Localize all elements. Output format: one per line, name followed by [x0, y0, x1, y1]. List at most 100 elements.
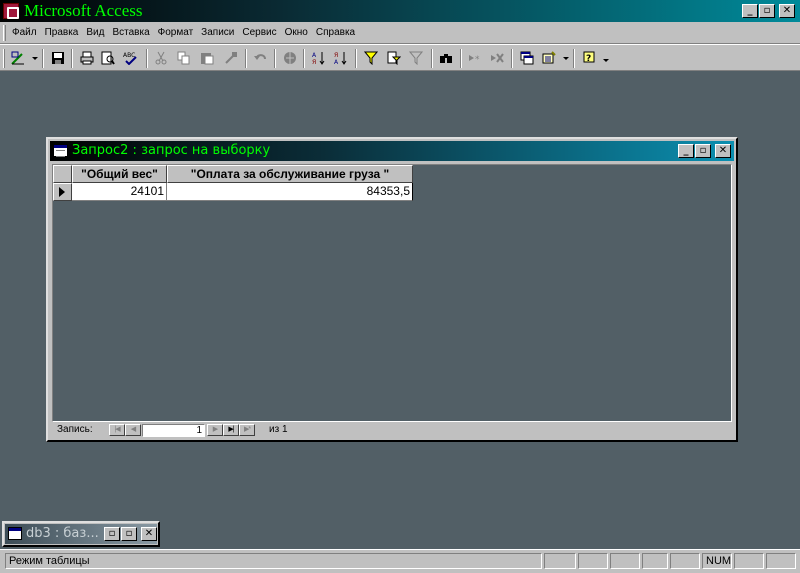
- table-cell[interactable]: 84353,5: [167, 183, 413, 201]
- save-icon[interactable]: [49, 49, 67, 67]
- column-header[interactable]: "Общий вес": [72, 165, 167, 183]
- status-panel: [578, 553, 608, 569]
- access-key-icon[interactable]: [3, 3, 19, 19]
- svg-text:Я: Я: [312, 59, 316, 65]
- toolbar-separator: [71, 49, 73, 68]
- menu-view[interactable]: Вид: [86, 27, 104, 38]
- query-window[interactable]: Запрос2 : запрос на выборку _ ▫ ✕ "Общий…: [46, 137, 738, 442]
- status-bar: Режим таблицы NUM: [0, 549, 800, 573]
- menu-edit[interactable]: Правка: [45, 27, 79, 38]
- record-selector[interactable]: [53, 183, 72, 201]
- svg-text:?: ?: [586, 54, 591, 64]
- select-all-corner[interactable]: [53, 165, 72, 183]
- delete-record-icon[interactable]: [488, 49, 506, 67]
- record-number-input[interactable]: 1: [142, 424, 205, 437]
- menu-bar: Файл Правка Вид Вставка Формат Записи Се…: [0, 22, 800, 44]
- copy-icon[interactable]: [175, 49, 193, 67]
- status-mode: Режим таблицы: [5, 553, 542, 569]
- column-header[interactable]: "Оплата за обслуживание груза ": [167, 165, 413, 183]
- previous-record-button[interactable]: ◀: [125, 424, 141, 436]
- toolbar-separator: [303, 49, 305, 68]
- toolbar-separator: [146, 49, 148, 68]
- menu-window[interactable]: Окно: [285, 27, 308, 38]
- minimized-window-title: db3 : баз...: [26, 526, 99, 541]
- menu-format[interactable]: Формат: [158, 27, 194, 38]
- sort-ascending-icon[interactable]: AЯ: [310, 49, 328, 67]
- toolbar-separator: [245, 49, 247, 68]
- status-panel: [544, 553, 576, 569]
- app-restore-button[interactable]: ▫: [759, 4, 775, 18]
- toolbar-grip: [3, 49, 5, 68]
- database-window-icon[interactable]: [518, 49, 536, 67]
- filter-by-form-icon[interactable]: [385, 49, 403, 67]
- menu-records[interactable]: Записи: [201, 27, 234, 38]
- toolbar-separator: [511, 49, 513, 68]
- filter-by-selection-icon[interactable]: [362, 49, 380, 67]
- record-navigator: Запись: |◀ ◀ 1 ▶ ▶| ▶* из 1: [52, 423, 732, 438]
- help-dropdown-icon[interactable]: [603, 59, 609, 62]
- datasheet-grid[interactable]: "Общий вес" "Оплата за обслуживание груз…: [52, 164, 732, 422]
- status-num: NUM: [702, 553, 732, 569]
- toolbar-separator: [355, 49, 357, 68]
- sort-descending-icon[interactable]: ЯА: [332, 49, 350, 67]
- new-record-nav-button[interactable]: ▶*: [239, 424, 255, 436]
- db-maximize-button[interactable]: ▫: [121, 527, 137, 541]
- status-panel: [610, 553, 640, 569]
- svg-text:А: А: [334, 59, 339, 65]
- help-icon[interactable]: ?: [581, 49, 599, 67]
- query-minimize-button[interactable]: _: [678, 144, 694, 158]
- new-object-dropdown-icon[interactable]: [563, 57, 569, 60]
- status-panel: [670, 553, 700, 569]
- svg-text:*: *: [475, 55, 480, 65]
- table-cell[interactable]: 24101: [72, 183, 167, 201]
- menu-grip[interactable]: [3, 25, 6, 41]
- hyperlink-icon[interactable]: [281, 49, 299, 67]
- database-window-icon[interactable]: [8, 527, 22, 540]
- cut-icon[interactable]: [152, 49, 170, 67]
- design-view-icon[interactable]: [9, 49, 27, 67]
- minimized-window-title-bar[interactable]: db3 : баз... ▫ ▫ ✕: [5, 524, 157, 544]
- undo-icon[interactable]: [252, 49, 270, 67]
- new-object-icon[interactable]: [540, 49, 558, 67]
- status-panel: [642, 553, 668, 569]
- record-total: 1: [281, 424, 288, 435]
- db-restore-button[interactable]: ▫: [104, 527, 120, 541]
- paste-icon[interactable]: [198, 49, 216, 67]
- apply-filter-icon[interactable]: [407, 49, 425, 67]
- app-close-button[interactable]: ✕: [779, 4, 795, 18]
- menu-insert[interactable]: Вставка: [112, 27, 149, 38]
- find-icon[interactable]: [437, 49, 455, 67]
- new-record-icon[interactable]: *: [466, 49, 484, 67]
- query-window-icon[interactable]: [53, 144, 68, 157]
- svg-text:A: A: [312, 52, 317, 59]
- format-painter-icon[interactable]: [222, 49, 240, 67]
- next-record-button[interactable]: ▶: [207, 424, 223, 436]
- design-view-dropdown-icon[interactable]: [32, 57, 38, 60]
- query-window-title: Запрос2 : запрос на выборку: [72, 143, 271, 158]
- first-record-button[interactable]: |◀: [109, 424, 125, 436]
- minimized-database-window[interactable]: db3 : баз... ▫ ▫ ✕: [2, 521, 160, 547]
- toolbar-separator: [460, 49, 462, 68]
- menu-file[interactable]: Файл: [12, 27, 37, 38]
- menu-tools[interactable]: Сервис: [242, 27, 276, 38]
- current-record-arrow-icon: [59, 187, 65, 197]
- toolbar-separator: [42, 49, 44, 68]
- toolbar-separator: [431, 49, 433, 68]
- app-title: Microsoft Access: [24, 1, 143, 20]
- query-window-title-bar[interactable]: Запрос2 : запрос на выборку _ ▫ ✕: [50, 141, 734, 161]
- query-close-button[interactable]: ✕: [715, 144, 731, 158]
- db-close-button[interactable]: ✕: [141, 527, 157, 541]
- query-maximize-button[interactable]: ▫: [695, 144, 711, 158]
- app-title-bar: Microsoft Access _ ▫ ✕: [0, 0, 800, 22]
- svg-text:Я: Я: [334, 52, 338, 59]
- record-of-label: из: [269, 424, 280, 435]
- print-preview-icon[interactable]: [99, 49, 117, 67]
- print-icon[interactable]: [78, 49, 96, 67]
- status-panel: [766, 553, 796, 569]
- menu-help[interactable]: Справка: [316, 27, 355, 38]
- spelling-icon[interactable]: ABC: [121, 49, 139, 67]
- last-record-button[interactable]: ▶|: [223, 424, 239, 436]
- toolbar-separator: [573, 49, 575, 68]
- app-minimize-button[interactable]: _: [742, 4, 758, 18]
- svg-text:ABC: ABC: [123, 52, 135, 59]
